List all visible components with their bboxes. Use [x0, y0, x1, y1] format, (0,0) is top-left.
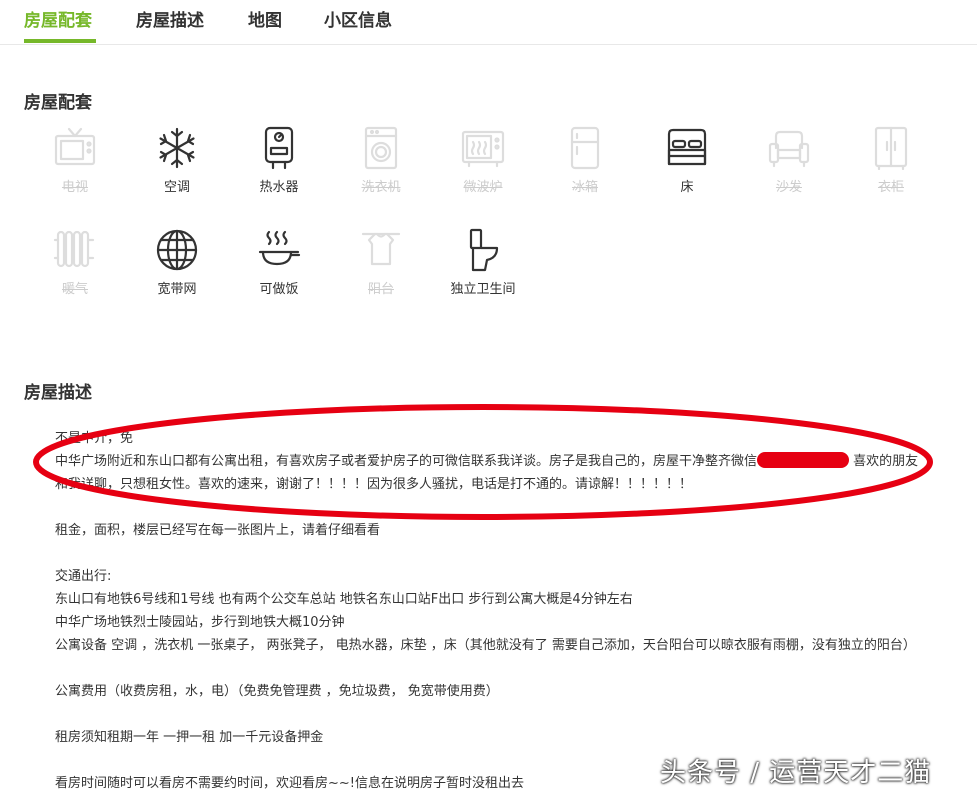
facility-label: 电视	[61, 180, 88, 195]
facility-wardrobe: 衣柜	[851, 126, 931, 195]
facility-ac: 空调	[137, 126, 217, 195]
microwave-icon	[461, 130, 505, 168]
tab-facilities[interactable]: 房屋配套	[24, 6, 92, 31]
facility-label: 暖气	[61, 282, 88, 297]
description-line: 中华广场地铁烈士陵园站，步行到地铁大概10分钟	[55, 615, 345, 630]
description-line: 不是中介，免	[55, 431, 134, 446]
description-line: 和我详聊，只想租女性。喜欢的速来，谢谢了！！！！因为很多人骚扰，电话是打不通的。…	[55, 477, 693, 492]
wardrobe-icon	[874, 126, 908, 170]
water-heater-icon	[264, 126, 294, 170]
facility-label: 独立卫生间	[450, 282, 516, 297]
description-heading: 房屋描述	[24, 383, 92, 403]
sofa-icon	[768, 130, 810, 168]
watermark-text: 头条号 / 运营天才二猫	[660, 758, 932, 788]
snowflake-icon	[159, 127, 195, 169]
description-line: 东山口有地铁6号线和1号线 也有两个公交车总站 地铁名东山口站F出口 步行到公寓…	[55, 592, 633, 607]
facility-water-heater: 热水器	[239, 126, 319, 195]
facility-label: 空调	[163, 180, 190, 195]
cooking-pan-icon	[258, 230, 301, 266]
tab-community-info[interactable]: 小区信息	[324, 6, 392, 31]
facility-label: 宽带网	[157, 282, 197, 297]
facility-label: 洗衣机	[361, 180, 401, 195]
toilet-icon	[469, 228, 499, 272]
description-line: 租金，面积，楼层已经写在每一张图片上，请着仔细看看	[55, 523, 381, 538]
facility-label: 床	[680, 180, 694, 195]
tab-description[interactable]: 房屋描述	[136, 6, 204, 31]
facility-washing-machine: 洗衣机	[341, 126, 421, 195]
facility-label: 沙发	[775, 180, 802, 195]
facility-private-bathroom: 独立卫生间	[443, 228, 523, 297]
facility-label: 热水器	[259, 180, 299, 195]
tv-icon	[54, 127, 96, 166]
facility-microwave: 微波炉	[443, 126, 523, 195]
facility-label: 阳台	[367, 282, 394, 297]
active-tab-indicator	[24, 39, 96, 43]
bed-icon	[667, 128, 707, 166]
globe-icon	[156, 229, 198, 271]
washing-machine-icon	[364, 126, 398, 170]
facility-label: 可做饭	[259, 282, 299, 297]
tab-map[interactable]: 地图	[248, 6, 282, 31]
fridge-icon	[570, 126, 600, 170]
facility-fridge: 冰箱	[545, 126, 625, 195]
facility-balcony: 阳台	[341, 228, 421, 297]
facility-cooking: 可做饭	[239, 228, 319, 297]
description-line: 公寓设备 空调 ，洗衣机 一张桌子， 两张凳子， 电热水器，床垫 ，床（其他就没…	[55, 638, 916, 653]
radiator-icon	[53, 230, 95, 268]
facility-broadband: 宽带网	[137, 228, 217, 297]
balcony-icon	[361, 232, 401, 266]
redaction-mark	[757, 452, 850, 468]
facility-label: 冰箱	[571, 180, 598, 195]
facility-bed: 床	[647, 126, 727, 195]
tab-bar: 房屋配套 房屋描述 地图 小区信息	[0, 0, 977, 45]
facilities-heading: 房屋配套	[24, 93, 92, 113]
description-line: 交通出行:	[55, 569, 112, 584]
description-body: 不是中介，免 中华广场附近和东山口都有公寓出租，有喜欢房子或者爱护房子的可微信联…	[55, 427, 955, 795]
facility-label: 微波炉	[463, 180, 503, 195]
description-line: 租房须知租期一年 一押一租 加一千元设备押金	[55, 730, 324, 745]
facility-heating: 暖气	[35, 228, 115, 297]
description-line: 公寓费用（收费房租，水，电）（免费免管理费 ，免垃圾费， 免宽带使用费）	[55, 684, 499, 699]
facility-label: 衣柜	[877, 180, 904, 195]
description-line: 中华广场附近和东山口都有公寓出租，有喜欢房子或者爱护房子的可微信联系我详谈。房子…	[55, 452, 919, 469]
facility-tv: 电视	[35, 126, 115, 195]
facility-sofa: 沙发	[749, 126, 829, 195]
